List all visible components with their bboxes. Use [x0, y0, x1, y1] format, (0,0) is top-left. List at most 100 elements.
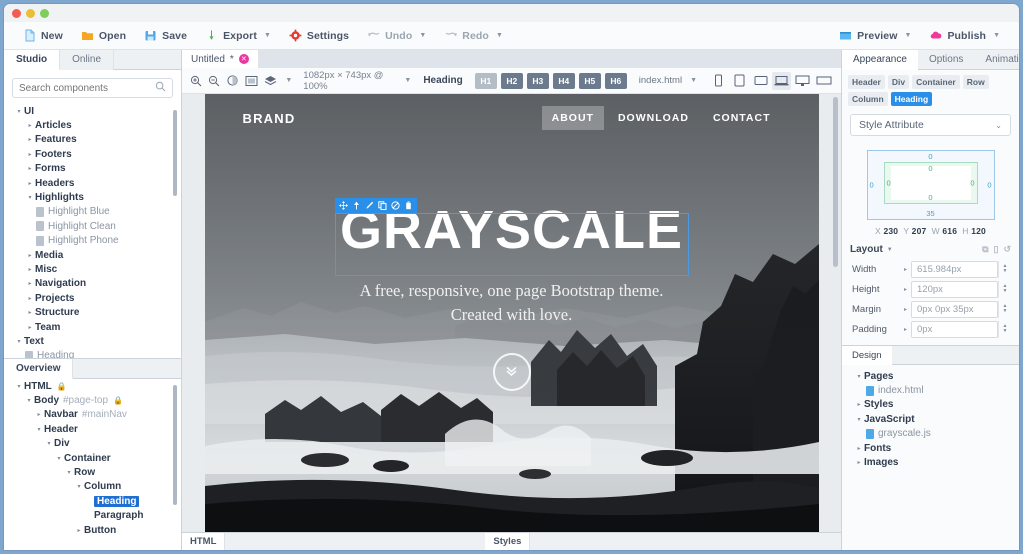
tree-toggle-icon[interactable]: ▸ [25, 151, 35, 158]
design-tree-item[interactable]: index.html [846, 383, 1019, 397]
tree-toggle-icon[interactable]: ▸ [25, 280, 35, 287]
paste-icon[interactable]: ▯ [994, 244, 999, 255]
layout-field-input[interactable]: 0px [911, 320, 998, 338]
components-scrollbar-thumb[interactable] [173, 110, 177, 196]
search-input[interactable] [19, 82, 155, 94]
overview-tree-item[interactable]: ▾ Column [8, 480, 181, 494]
component-tree-item[interactable]: ▾ Text [8, 334, 181, 348]
design-tree-item[interactable]: ▸ Images [846, 455, 1019, 469]
component-tree-item[interactable]: Highlight Clean [8, 219, 181, 233]
tree-toggle-icon[interactable]: ▾ [854, 416, 864, 423]
component-tree-item[interactable]: ▸ Navigation [8, 277, 181, 291]
breadcrumb-item-container[interactable]: Container [912, 75, 960, 89]
site-nav-link-download[interactable]: DOWNLOAD [608, 106, 699, 130]
new-button[interactable]: New [14, 22, 72, 50]
overview-tree-item[interactable]: ▾ Row [8, 465, 181, 479]
tree-toggle-icon[interactable]: ▸ [25, 122, 35, 129]
breadcrumb-item-column[interactable]: Column [848, 92, 888, 106]
box-model-diagram[interactable]: 0 0 0 35 0 0 0 0 X 230 Y 207 W 616 H 120 [866, 150, 995, 236]
heading-level-h4-button[interactable]: H4 [552, 72, 575, 89]
tab-overview[interactable]: Overview [4, 359, 74, 379]
dimensions-chevron-down-icon[interactable]: ▼ [404, 77, 411, 84]
component-tree-item[interactable]: ▾ Highlights [8, 190, 181, 204]
page-chevron-down-icon[interactable]: ▼ [690, 77, 697, 84]
tree-toggle-icon[interactable]: ▾ [74, 483, 84, 490]
copy-icon[interactable]: ⧉ [982, 244, 988, 255]
tree-toggle-icon[interactable]: ▸ [854, 401, 864, 408]
undo-button[interactable]: Undo ▼ [358, 22, 435, 50]
tree-toggle-icon[interactable]: ▾ [44, 440, 54, 447]
tree-toggle-icon[interactable]: ▸ [854, 459, 864, 466]
device-tablet-landscape[interactable] [751, 72, 770, 90]
layers-icon[interactable] [264, 74, 277, 88]
stepper-icon[interactable]: ▲ ▼ [998, 320, 1011, 338]
tree-toggle-icon[interactable]: ▸ [74, 527, 84, 534]
tree-toggle-icon[interactable]: ▸ [25, 266, 35, 273]
open-button[interactable]: Open [72, 22, 135, 50]
layout-field-input[interactable]: 615.984px [911, 260, 998, 278]
edit-pencil-icon[interactable] [364, 200, 375, 211]
stepper-icon[interactable]: ▲ ▼ [998, 260, 1011, 278]
device-tablet[interactable] [730, 72, 749, 90]
close-icon[interactable]: ✕ [238, 54, 249, 64]
tree-toggle-icon[interactable]: ▸ [25, 165, 35, 172]
expand-icon[interactable]: ▸ [904, 306, 907, 313]
component-tree-item[interactable]: ▸ Headers [8, 176, 181, 190]
preview-button[interactable]: Preview ▼ [830, 22, 920, 50]
canvas-scrollbar-thumb[interactable] [833, 97, 838, 267]
style-attribute-select[interactable]: Style Attribute ⌄ [850, 114, 1011, 136]
tree-toggle-icon[interactable]: ▸ [25, 136, 35, 143]
component-tree-item[interactable]: ▸ Projects [8, 291, 181, 305]
save-button[interactable]: Save [135, 22, 196, 50]
tree-toggle-icon[interactable]: ▸ [34, 411, 44, 418]
fit-screen-icon[interactable] [245, 74, 258, 88]
device-desktop[interactable] [793, 72, 812, 90]
tree-toggle-icon[interactable]: ▾ [14, 338, 24, 345]
tab-animation[interactable]: Animation [974, 50, 1019, 70]
tree-toggle-icon[interactable]: ▾ [64, 469, 74, 476]
tree-toggle-icon[interactable]: ▾ [34, 426, 44, 433]
maximize-window-button[interactable] [40, 9, 49, 18]
publish-button[interactable]: Publish ▼ [920, 22, 1009, 50]
site-nav-link-about[interactable]: ABOUT [541, 106, 604, 130]
component-tree-item[interactable]: ▾ UI [8, 104, 181, 118]
layers-chevron-down-icon[interactable]: ▼ [285, 77, 292, 84]
component-tree-item[interactable]: Highlight Phone [8, 234, 181, 248]
site-brand[interactable]: BRAND [243, 111, 296, 126]
breadcrumb-item-header[interactable]: Header [848, 75, 885, 89]
reset-icon[interactable]: ↺ [1003, 244, 1011, 255]
component-tree-item[interactable]: Heading [8, 349, 181, 358]
tree-toggle-icon[interactable]: ▾ [14, 108, 24, 115]
design-tree-item[interactable]: ▸ Styles [846, 398, 1019, 412]
delete-trash-icon[interactable] [403, 200, 414, 211]
tab-html[interactable]: HTML [182, 532, 226, 550]
expand-icon[interactable]: ▸ [904, 266, 907, 273]
grayscale-icon[interactable] [226, 74, 239, 88]
tree-toggle-icon[interactable]: ▸ [25, 252, 35, 259]
components-tree[interactable]: ▾ UI ▸ Articles ▸ Features ▸ Footers ▸ Forms ▸ Head… [4, 104, 181, 358]
tree-toggle-icon[interactable]: ▸ [25, 324, 35, 331]
overview-tree-item[interactable]: Heading [8, 494, 181, 508]
design-tree-item[interactable]: ▾ JavaScript [846, 412, 1019, 426]
overview-tree-item[interactable]: ▾ Body #page-top 🔒 [8, 393, 181, 407]
tree-toggle-icon[interactable]: ▸ [25, 295, 35, 302]
heading-level-h3-button[interactable]: H3 [526, 72, 549, 89]
tab-online[interactable]: Online [60, 50, 115, 70]
stepper-icon[interactable]: ▲ ▼ [998, 300, 1011, 318]
tree-toggle-icon[interactable]: ▸ [854, 445, 864, 452]
breadcrumb-item-row[interactable]: Row [962, 75, 989, 89]
device-laptop[interactable] [772, 71, 792, 90]
design-tree-item[interactable]: ▾ Pages [846, 369, 1019, 383]
tree-toggle-icon[interactable]: ▾ [24, 397, 34, 404]
move-icon[interactable] [338, 200, 349, 211]
close-window-button[interactable] [12, 9, 21, 18]
component-tree-item[interactable]: ▸ Structure [8, 305, 181, 319]
zoom-out-icon[interactable] [208, 74, 220, 88]
hero-paragraph[interactable]: A free, responsive, one page Bootstrap t… [205, 279, 819, 327]
overview-tree[interactable]: ▾ HTML 🔒 ▾ Body #page-top 🔒 ▸ Navbar #mainNav ▾ Hea… [4, 379, 181, 550]
expand-icon[interactable]: ▸ [904, 286, 907, 293]
minimize-window-button[interactable] [26, 9, 35, 18]
overview-tree-item[interactable]: ▸ Button [8, 523, 181, 537]
expand-icon[interactable]: ▸ [904, 326, 907, 333]
component-tree-item[interactable]: ▸ Forms [8, 162, 181, 176]
